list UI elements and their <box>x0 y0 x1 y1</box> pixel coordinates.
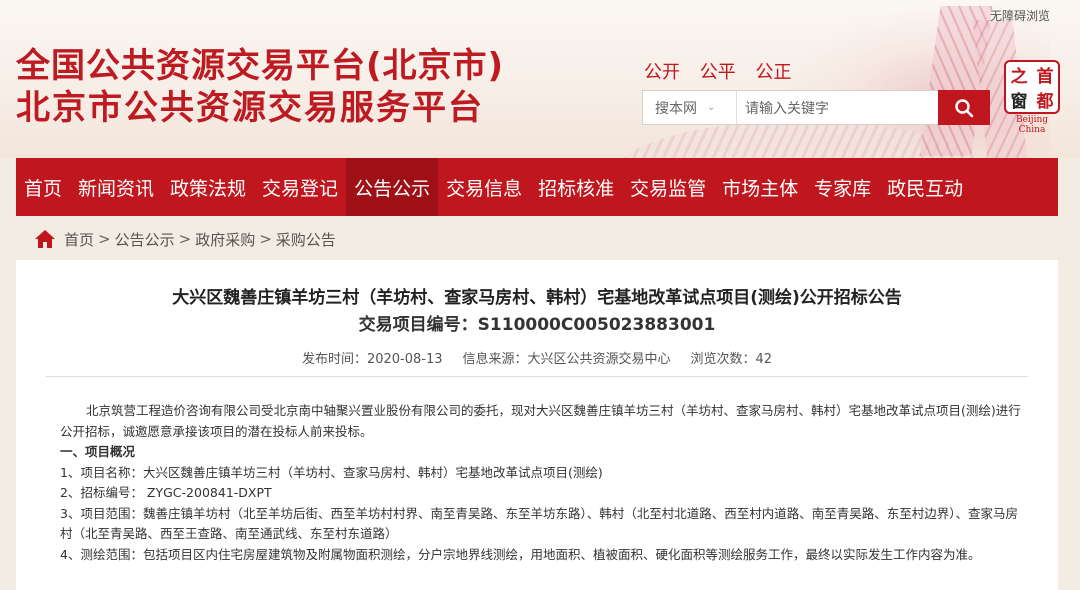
search-icon <box>955 98 974 117</box>
divider <box>46 376 1028 377</box>
search-scope-label: 搜本网 <box>655 100 697 117</box>
home-icon[interactable] <box>34 229 56 249</box>
logo-caption: Beijing China <box>1015 115 1049 135</box>
search-box: 搜本网 ⌄ <box>642 90 990 126</box>
search-scope-select[interactable]: 搜本网 ⌄ <box>643 91 737 124</box>
list-item: 3、项目范围：魏善庄镇羊坊村（北至羊坊后街、西至羊坊村村界、南至青吴路、东至羊坊… <box>60 505 1018 542</box>
nav-item-announcements[interactable]: 公告公示 <box>346 158 439 216</box>
breadcrumb-procurement-notice[interactable]: 采购公告 <box>276 229 336 250</box>
list-item: 4、测绘范围：包括项目区内住宅房屋建筑物及附属物面积测绘，分户宗地界线测绘，用地… <box>60 546 981 562</box>
list-item: 1、项目名称：大兴区魏善庄镇羊坊三村（羊坊村、查家马房村、韩村）宅基地改革试点项… <box>60 464 603 480</box>
slogan-fair: 公平 <box>699 62 736 83</box>
slogan-just: 公正 <box>755 62 792 83</box>
section-heading: 一、项目概况 <box>60 444 136 459</box>
breadcrumb-home[interactable]: 首页 <box>64 229 94 250</box>
article-intro: 北京筑营工程造价咨询有限公司受北京南中轴聚兴置业股份有限公司的委托，现对大兴区魏… <box>60 403 1021 439</box>
project-code: 交易项目编号：S110000C005023883001 <box>358 315 716 335</box>
article-body: 北京筑营工程造价咨询有限公司受北京南中轴聚兴置业股份有限公司的委托，现对大兴区魏… <box>60 401 1030 565</box>
nav-item-news[interactable]: 新闻资讯 <box>70 158 162 216</box>
logo-char-1: 之 <box>1010 67 1028 87</box>
nav-item-interaction[interactable]: 政民互动 <box>879 158 971 216</box>
main-nav: 首页 新闻资讯 政策法规 交易登记 公告公示 交易信息 招标核准 交易监管 市场… <box>16 158 1058 216</box>
logo-char-2: 首 <box>1036 67 1054 87</box>
nav-item-bid-approval[interactable]: 招标核准 <box>530 158 622 216</box>
breadcrumb-government-procurement[interactable]: 政府采购 <box>195 229 255 250</box>
nav-item-market-entities[interactable]: 市场主体 <box>714 158 806 216</box>
search-input[interactable] <box>743 91 947 126</box>
slogan: 公开 公平 公正 <box>644 58 805 84</box>
nav-item-policies[interactable]: 政策法规 <box>162 158 254 216</box>
slogan-open: 公开 <box>644 62 680 83</box>
capital-window-logo[interactable]: 之 首 窗 都 Beijing China <box>1002 60 1062 135</box>
breadcrumb: 首页 > 公告公示 > 政府采购 > 采购公告 <box>34 226 336 252</box>
nav-item-registration[interactable]: 交易登记 <box>254 158 346 216</box>
nav-item-trade-info[interactable]: 交易信息 <box>438 158 530 216</box>
search-button[interactable] <box>938 90 990 125</box>
site-header: 无障碍浏览 全国公共资源交易平台(北京市) 北京市公共资源交易服务平台 公开 公… <box>0 0 1080 158</box>
breadcrumb-separator: > <box>178 230 192 248</box>
accessible-browsing-link[interactable]: 无障碍浏览 <box>990 7 1050 24</box>
site-title-beijing[interactable]: 北京市公共资源交易服务平台 <box>16 80 484 129</box>
nav-item-home[interactable]: 首页 <box>16 158 70 216</box>
info-source: 信息来源：大兴区公共资源交易中心 <box>462 352 671 367</box>
logo-mark: 之 首 窗 都 <box>1004 60 1060 114</box>
chevron-down-icon: ⌄ <box>707 102 716 113</box>
article-panel: 大兴区魏善庄镇羊坊三村（羊坊村、查家马房村、韩村）宅基地改革试点项目(测绘)公开… <box>16 260 1058 590</box>
article-meta: 发布时间：2020-08-13 信息来源：大兴区公共资源交易中心 浏览次数：42 <box>16 348 1058 367</box>
logo-char-3: 窗 <box>1010 92 1028 112</box>
view-count: 浏览次数：42 <box>690 352 773 367</box>
article-title: 大兴区魏善庄镇羊坊三村（羊坊村、查家马房村、韩村）宅基地改革试点项目(测绘)公开… <box>172 288 902 308</box>
publish-time: 发布时间：2020-08-13 <box>301 352 443 367</box>
breadcrumb-separator: > <box>98 230 111 248</box>
list-item: 2、招标编号： ZYGC-200841-DXPT <box>60 485 272 500</box>
breadcrumb-separator: > <box>259 230 272 248</box>
logo-char-4: 都 <box>1036 92 1054 112</box>
nav-item-supervision[interactable]: 交易监管 <box>622 158 714 216</box>
nav-item-expert-pool[interactable]: 专家库 <box>806 158 879 216</box>
breadcrumb-announcements[interactable]: 公告公示 <box>115 229 175 250</box>
